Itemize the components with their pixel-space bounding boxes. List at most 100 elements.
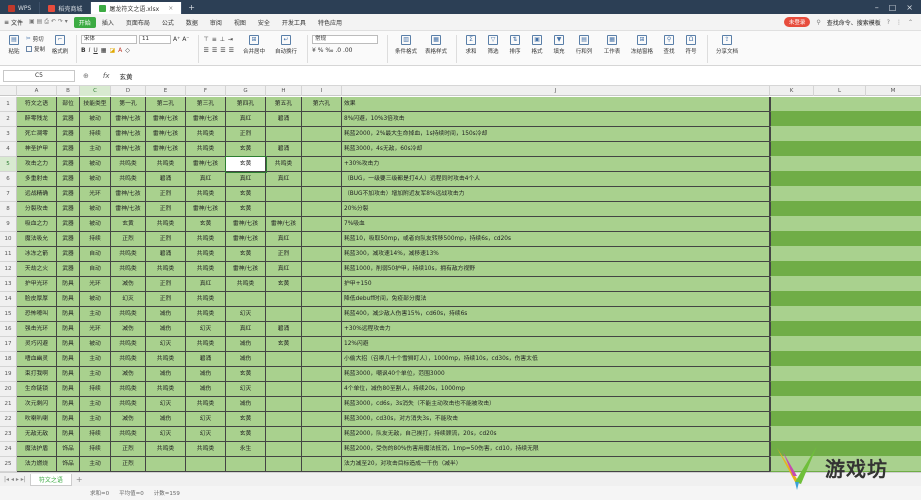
data-cell[interactable]: +30%攻击力 xyxy=(342,157,770,172)
empty-cell[interactable] xyxy=(866,262,921,277)
data-cell[interactable]: 防具 xyxy=(57,382,80,397)
data-cell[interactable]: 共鸣类 xyxy=(111,337,146,352)
data-cell[interactable]: 幻灭 xyxy=(226,307,266,322)
empty-cell[interactable] xyxy=(770,382,814,397)
new-tab-icon[interactable]: + xyxy=(182,3,201,12)
data-cell[interactable]: 防具 xyxy=(57,367,80,382)
conditional-format-button[interactable]: ▥ 条件格式 xyxy=(392,35,420,55)
row-header[interactable]: 12 xyxy=(0,262,17,277)
empty-cell[interactable] xyxy=(814,292,866,307)
data-cell[interactable]: 共鸣类 xyxy=(111,427,146,442)
close-icon[interactable]: × xyxy=(906,3,913,12)
row-header[interactable]: 1 xyxy=(0,97,17,112)
data-cell[interactable]: 20%分裂 xyxy=(342,202,770,217)
data-cell[interactable]: 碧涌 xyxy=(266,142,302,157)
data-cell[interactable] xyxy=(226,292,266,307)
data-cell[interactable]: 雷神/七孩 xyxy=(111,187,146,202)
data-cell[interactable]: 吹喇叭喇 xyxy=(17,412,57,427)
data-cell[interactable]: 防具 xyxy=(57,397,80,412)
empty-cell[interactable] xyxy=(866,367,921,382)
menu-features[interactable]: 特色应用 xyxy=(312,18,348,27)
zoom-icon[interactable]: ⊕ xyxy=(83,72,89,80)
data-cell[interactable]: 雷神/七孩 xyxy=(146,127,186,142)
data-cell[interactable]: 耗蓝2000，队友无敌，自己挨打，持续顾流，20s，cd20s xyxy=(342,427,770,442)
data-cell[interactable]: 耗蓝3000，嘲讽40个单位，范围3000 xyxy=(342,367,770,382)
data-cell[interactable]: 雷神/七孩 xyxy=(111,202,146,217)
justify-icon[interactable]: ☰ xyxy=(229,47,234,54)
symbol-button[interactable]: Ω 符号 xyxy=(681,35,701,55)
empty-cell[interactable] xyxy=(866,277,921,292)
data-cell[interactable] xyxy=(266,427,302,442)
column-header[interactable]: D xyxy=(111,86,146,96)
column-header[interactable]: I xyxy=(302,86,342,96)
align-left-icon[interactable]: ☰ xyxy=(203,47,208,54)
data-cell[interactable]: 防具 xyxy=(57,307,80,322)
align-right-icon[interactable]: ☰ xyxy=(220,47,225,54)
data-cell[interactable]: 雷神/七孩 xyxy=(226,217,266,232)
data-cell[interactable] xyxy=(302,112,342,127)
empty-cell[interactable] xyxy=(770,217,814,232)
data-cell[interactable]: 被动 xyxy=(80,172,111,187)
data-cell[interactable]: 饰品 xyxy=(57,457,80,472)
data-cell[interactable]: 减伤 xyxy=(146,412,186,427)
data-cell[interactable]: 武器 xyxy=(57,232,80,247)
align-bottom-icon[interactable]: ⊥ xyxy=(220,36,225,43)
empty-cell[interactable] xyxy=(866,142,921,157)
data-cell[interactable] xyxy=(302,217,342,232)
data-cell[interactable] xyxy=(302,397,342,412)
data-cell[interactable]: 雷神/七孩 xyxy=(111,112,146,127)
data-cell[interactable]: 共鸣类 xyxy=(111,262,146,277)
help-icon[interactable]: ? xyxy=(887,19,890,26)
data-cell[interactable]: 法力减至20，对攻击目标造成一千伤（减半） xyxy=(342,457,770,472)
data-cell[interactable]: 武器 xyxy=(57,142,80,157)
data-cell[interactable]: 耗蓝300，减攻速14%，减移速13% xyxy=(342,247,770,262)
data-cell[interactable] xyxy=(266,307,302,322)
data-cell[interactable] xyxy=(302,442,342,457)
row-header[interactable]: 23 xyxy=(0,427,17,442)
data-cell[interactable]: 耗蓝400，减少敌人伤害15%，cd60s，持续6s xyxy=(342,307,770,322)
data-cell[interactable]: 共鸣类 xyxy=(186,307,226,322)
data-cell[interactable]: 真红 xyxy=(266,232,302,247)
data-cell[interactable]: 玄黄 xyxy=(226,412,266,427)
data-cell[interactable]: 耗蓝1000，削弱50护甲，持续10s，拥有敌方视野 xyxy=(342,262,770,277)
row-header[interactable]: 7 xyxy=(0,187,17,202)
data-cell[interactable] xyxy=(302,292,342,307)
data-cell[interactable]: 永生 xyxy=(226,442,266,457)
data-cell[interactable]: 防具 xyxy=(57,292,80,307)
menu-home[interactable]: 开始 xyxy=(73,16,96,28)
spreadsheet-grid[interactable]: ABCDEFGHIJKLM 1 符文之语 部位 技能类型 第一孔 第二孔 第三孔 第四孔 第五孔… xyxy=(0,86,921,472)
data-cell[interactable]: 防具 xyxy=(57,277,80,292)
data-cell[interactable]: 主动 xyxy=(80,397,111,412)
indent-icon[interactable]: ⇥ xyxy=(228,36,233,43)
header-cell[interactable]: 技能类型 xyxy=(80,97,111,112)
data-cell[interactable] xyxy=(302,457,342,472)
data-cell[interactable] xyxy=(302,142,342,157)
menu-security[interactable]: 安全 xyxy=(252,18,276,27)
italic-icon[interactable]: I xyxy=(89,47,91,54)
empty-cell[interactable] xyxy=(814,382,866,397)
header-cell[interactable]: 符文之语 xyxy=(17,97,57,112)
data-cell[interactable]: 碧涌 xyxy=(146,172,186,187)
data-cell[interactable]: 共鸣类 xyxy=(111,157,146,172)
data-cell[interactable]: 雷神/七孩 xyxy=(226,262,266,277)
data-cell[interactable]: 无敌无敌 xyxy=(17,427,57,442)
menu-page-layout[interactable]: 页面布局 xyxy=(120,18,156,27)
data-cell[interactable]: 共鸣类 xyxy=(186,337,226,352)
data-cell[interactable]: 共鸣类 xyxy=(186,397,226,412)
empty-cell[interactable] xyxy=(770,127,814,142)
data-cell[interactable]: 幻灭 xyxy=(186,412,226,427)
sort-button[interactable]: ⇅ 排序 xyxy=(505,35,525,55)
data-cell[interactable] xyxy=(266,127,302,142)
data-cell[interactable]: 共鸣类 xyxy=(186,292,226,307)
empty-cell[interactable] xyxy=(770,412,814,427)
data-cell[interactable]: 玄黄 xyxy=(266,337,302,352)
column-header[interactable]: C xyxy=(80,86,111,96)
row-header[interactable]: 17 xyxy=(0,337,17,352)
sum-button[interactable]: Σ 求和 xyxy=(461,35,481,55)
maximize-icon[interactable]: □ xyxy=(889,3,897,12)
data-cell[interactable]: 减伤 xyxy=(226,337,266,352)
empty-cell[interactable] xyxy=(770,397,814,412)
data-cell[interactable] xyxy=(302,172,342,187)
data-cell[interactable] xyxy=(266,187,302,202)
header-cell[interactable]: 第二孔 xyxy=(146,97,186,112)
